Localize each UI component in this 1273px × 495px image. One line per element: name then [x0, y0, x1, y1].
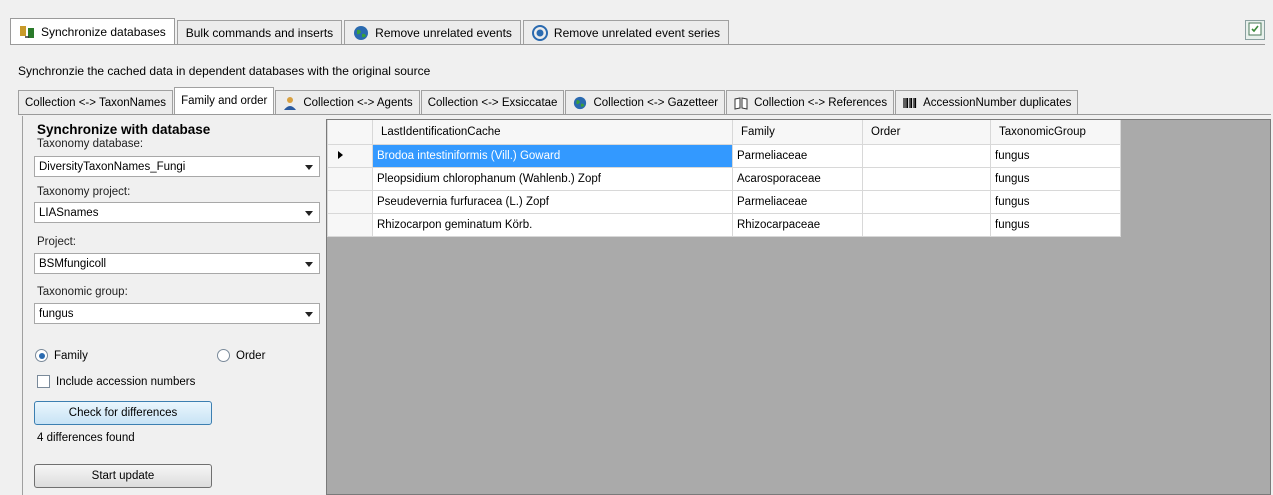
table-row[interactable]: Brodoa intestiniformis (Vill.) Goward Pa…	[327, 143, 1121, 168]
grid-header-row: LastIdentificationCache Family Order Tax…	[327, 120, 1121, 145]
tab-label: Remove unrelated events	[375, 25, 512, 40]
taxonomy-database-select[interactable]: DiversityTaxonNames_Fungi	[34, 156, 320, 177]
tab-strip-divider	[10, 44, 1265, 45]
tab-label: Remove unrelated event series	[553, 25, 720, 40]
globe-icon	[353, 25, 369, 41]
current-row-icon	[338, 150, 343, 159]
chevron-down-icon	[305, 312, 313, 317]
chevron-down-icon	[305, 165, 313, 170]
taxonomy-project-select[interactable]: LIASnames	[34, 202, 320, 223]
feedback-button[interactable]	[1245, 20, 1265, 40]
tab-collection-taxonnames[interactable]: Collection <-> TaxonNames	[18, 90, 174, 114]
tab-collection-exsiccatae[interactable]: Collection <-> Exsiccatae	[420, 90, 565, 114]
grid-cell[interactable]: Parmeliaceae	[732, 143, 863, 168]
combo-value: fungus	[39, 307, 74, 320]
tab-family-and-order[interactable]: Family and order	[174, 87, 275, 114]
tab-label: Collection <-> TaxonNames	[25, 96, 167, 109]
project-select[interactable]: BSMfungicoll	[34, 253, 320, 274]
feedback-icon	[1248, 22, 1262, 39]
tab-label: Collection <-> References	[754, 96, 888, 109]
globe-refresh-icon	[531, 24, 548, 41]
grid-cell[interactable]: Pseudevernia furfuracea (L.) Zopf	[372, 189, 733, 214]
tab-remove-unrelated-events[interactable]: Remove unrelated events	[344, 20, 521, 44]
sync-db-icon	[19, 24, 35, 40]
grid-cell[interactable]: fungus	[990, 166, 1121, 191]
grid-cell[interactable]: Rhizocarpaceae	[732, 212, 863, 237]
row-header-corner	[327, 120, 373, 145]
tab-accessionnumber-duplicates[interactable]: AccessionNumber duplicates	[895, 90, 1079, 114]
top-tab-strip: Synchronize databases Bulk commands and …	[10, 18, 731, 44]
checkbox-label: Include accession numbers	[56, 375, 196, 388]
column-header[interactable]: LastIdentificationCache	[372, 120, 733, 145]
taxonomy-project-label: Taxonomy project:	[37, 186, 131, 198]
row-header[interactable]	[327, 166, 373, 191]
combo-value: BSMfungicoll	[39, 257, 107, 270]
book-icon	[733, 95, 749, 111]
panel-heading: Synchronize with database	[37, 122, 211, 137]
tab-label: Family and order	[181, 95, 268, 107]
combo-value: LIASnames	[39, 206, 99, 219]
grid-cell[interactable]: Pleopsidium chlorophanum (Wahlenb.) Zopf	[372, 166, 733, 191]
sync-options-panel: Synchronize with database Taxonomy datab…	[22, 116, 322, 495]
differences-grid[interactable]: LastIdentificationCache Family Order Tax…	[326, 119, 1271, 495]
chevron-down-icon	[305, 211, 313, 216]
grid-cell[interactable]: fungus	[990, 143, 1121, 168]
tab-collection-gazetteer[interactable]: Collection <-> Gazetteer	[565, 90, 726, 114]
check-differences-button[interactable]: Check for differences	[34, 401, 212, 425]
checkbox-box	[37, 375, 50, 388]
row-header[interactable]	[327, 189, 373, 214]
grid-cell[interactable]: Acarosporaceae	[732, 166, 863, 191]
grid-cell[interactable]: fungus	[990, 189, 1121, 214]
inner-tab-strip: Collection <-> TaxonNames Family and ord…	[18, 87, 1079, 114]
radio-label: Order	[236, 349, 266, 362]
tab-collection-agents[interactable]: Collection <-> Agents	[275, 90, 420, 114]
grid-cell[interactable]	[862, 143, 991, 168]
person-icon	[282, 95, 298, 111]
grid-cell[interactable]: Rhizocarpon geminatum Körb.	[372, 212, 733, 237]
tab-bulk-commands[interactable]: Bulk commands and inserts	[176, 20, 343, 44]
column-header[interactable]: TaxonomicGroup	[990, 120, 1121, 145]
grid-cell[interactable]: Parmeliaceae	[732, 189, 863, 214]
row-header[interactable]	[327, 143, 373, 168]
grid-cell[interactable]: fungus	[990, 212, 1121, 237]
grid-cell[interactable]	[862, 212, 991, 237]
tab-label: Synchronize databases	[41, 24, 166, 39]
barcode-icon	[902, 95, 918, 111]
radio-family[interactable]: Family	[35, 349, 88, 362]
combo-value: DiversityTaxonNames_Fungi	[39, 160, 186, 173]
inner-tab-divider	[18, 114, 1271, 115]
taxonomy-database-label: Taxonomy database:	[37, 138, 144, 150]
globe-icon	[572, 95, 588, 111]
tab-label: AccessionNumber duplicates	[923, 96, 1072, 109]
table-row[interactable]: Rhizocarpon geminatum Körb. Rhizocarpace…	[327, 212, 1121, 237]
table-row[interactable]: Pseudevernia furfuracea (L.) Zopf Parmel…	[327, 189, 1121, 214]
grid-cell[interactable]	[862, 189, 991, 214]
tab-label: Collection <-> Agents	[303, 96, 413, 109]
project-label: Project:	[37, 236, 76, 248]
radio-order[interactable]: Order	[217, 349, 265, 362]
data-grid-table: LastIdentificationCache Family Order Tax…	[327, 120, 1121, 237]
radio-label: Family	[54, 349, 88, 362]
table-row[interactable]: Pleopsidium chlorophanum (Wahlenb.) Zopf…	[327, 166, 1121, 191]
radio-button	[217, 349, 230, 362]
radio-button	[35, 349, 48, 362]
differences-status: 4 differences found	[37, 432, 135, 444]
grid-cell[interactable]	[862, 166, 991, 191]
tab-label: Collection <-> Exsiccatae	[427, 96, 558, 109]
grid-cell[interactable]: Brodoa intestiniformis (Vill.) Goward	[372, 143, 733, 168]
row-header[interactable]	[327, 212, 373, 237]
column-header[interactable]: Order	[862, 120, 991, 145]
tab-label: Bulk commands and inserts	[185, 25, 334, 40]
tab-synchronize-databases[interactable]: Synchronize databases	[10, 18, 175, 44]
tab-label: Collection <-> Gazetteer	[593, 96, 719, 109]
chevron-down-icon	[305, 262, 313, 267]
taxonomic-group-select[interactable]: fungus	[34, 303, 320, 324]
include-accession-checkbox[interactable]: Include accession numbers	[37, 375, 195, 388]
tab-remove-unrelated-event-series[interactable]: Remove unrelated event series	[522, 20, 729, 44]
tab-collection-references[interactable]: Collection <-> References	[726, 90, 895, 114]
start-update-button[interactable]: Start update	[34, 464, 212, 488]
page-description: Synchronzie the cached data in dependent…	[18, 64, 431, 78]
taxonomic-group-label: Taxonomic group:	[37, 286, 128, 298]
column-header[interactable]: Family	[732, 120, 863, 145]
